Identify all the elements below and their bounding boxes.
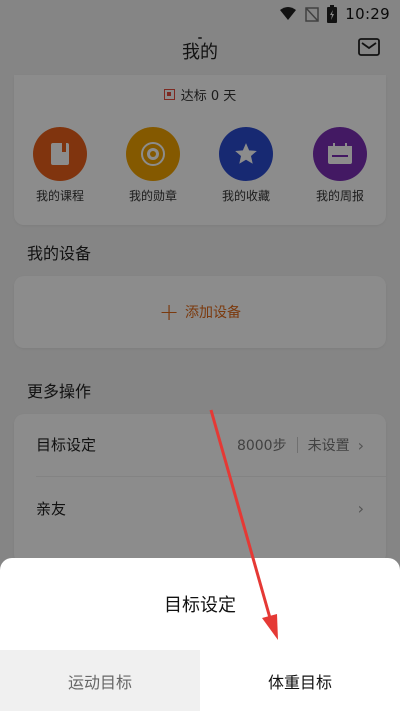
exercise-goal-option[interactable]: 运动目标 xyxy=(0,650,200,711)
sheet-title: 目标设定 xyxy=(164,595,236,616)
sheet-options: 运动目标 体重目标 xyxy=(0,650,400,711)
profile-screen: 10:29 我的 达标 0 天 我的课程 我的勋章 我的收藏 我的周报 我的设备… xyxy=(0,0,400,711)
weight-goal-option[interactable]: 体重目标 xyxy=(200,650,400,711)
goal-setting-sheet: 目标设定 运动目标 体重目标 xyxy=(0,558,400,711)
